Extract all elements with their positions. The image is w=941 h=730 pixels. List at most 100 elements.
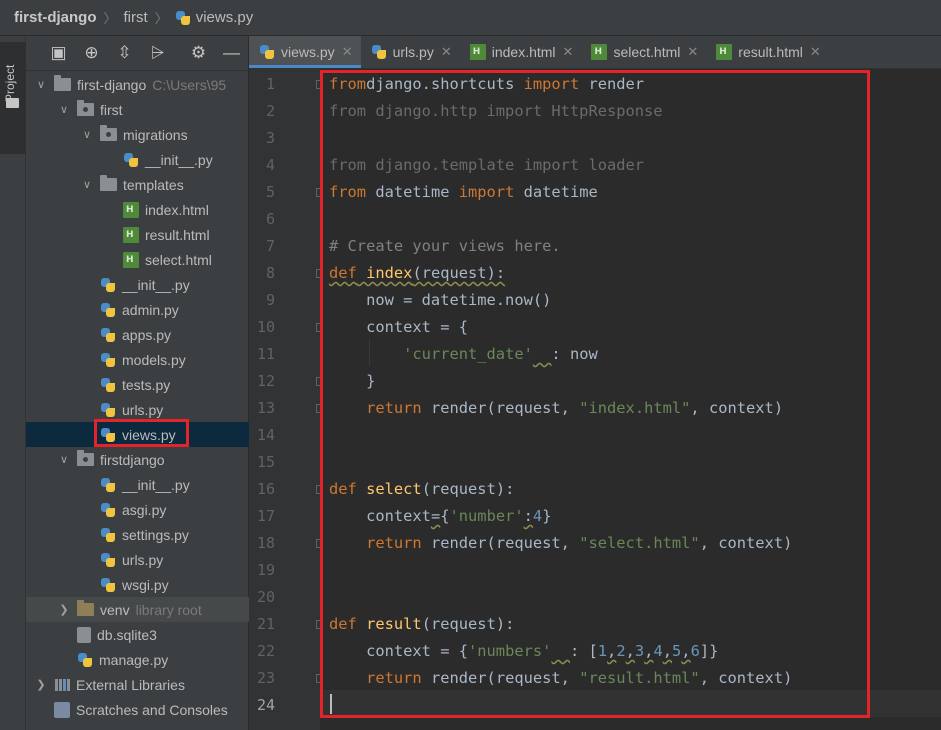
chevron-right-icon[interactable]: ❯ — [34, 678, 48, 691]
chevron-down-icon[interactable]: ∨ — [80, 128, 94, 141]
tree-item-label: first-django — [77, 76, 147, 93]
code-token: (request): — [421, 480, 515, 498]
gear-icon[interactable]: ⚙ — [182, 41, 215, 65]
code-line: def index(request): — [329, 260, 505, 287]
line-number-gutter: 1 2 3 4 5 6 7 8 9 10 11 12 13 14 15 16 17 18 19 20 21 22 23 24 — [249, 69, 325, 730]
chevron-down-icon[interactable]: ∨ — [57, 103, 71, 116]
line-number: 1 — [265, 75, 275, 93]
code-line: now = datetime.now() — [329, 287, 551, 314]
collapse-all-icon[interactable]: ⩥ — [141, 41, 174, 65]
tree-item[interactable]: ❯result.html — [26, 222, 249, 247]
python-file-icon — [100, 552, 116, 568]
chevron-down-icon[interactable]: ∨ — [80, 178, 94, 191]
project-view-icon[interactable]: ▣ — [42, 41, 75, 65]
locate-icon[interactable]: ⊕ — [75, 41, 108, 65]
tab-result-html[interactable]: result.html ✕ — [706, 36, 828, 68]
chevron-right-icon[interactable]: ❯ — [57, 603, 71, 616]
tree-item[interactable]: ❯ External Libraries — [26, 672, 249, 697]
code-token: , — [625, 642, 635, 660]
code-token: context — [329, 507, 431, 525]
code-token: select — [366, 480, 422, 498]
close-icon[interactable]: ✕ — [563, 44, 574, 60]
tree-item[interactable]: ❯tests.py — [26, 372, 249, 397]
close-icon[interactable]: ✕ — [441, 44, 452, 60]
code-token: , — [607, 642, 617, 660]
expand-all-icon[interactable]: ⇳ — [108, 41, 141, 65]
python-file-icon — [100, 527, 116, 543]
tab-label: views.py — [281, 44, 335, 60]
code-line: fromdjango.shortcuts import render — [329, 71, 644, 98]
code-editor[interactable]: fromdjango.shortcuts import render from d… — [320, 69, 941, 730]
tree-item[interactable]: ❯__init__.py — [26, 147, 249, 172]
code-line: context = { — [329, 314, 468, 341]
tree-item[interactable]: ❯__init__.py — [26, 272, 249, 297]
project-panel: ▣ ⊕ ⇳ ⩥ ⚙ — ∨ first-django C:\Users\95 ∨ fir… — [26, 36, 249, 730]
code-token: , context) — [690, 399, 784, 417]
line-number: 10 — [256, 318, 275, 336]
tab-label: urls.py — [392, 44, 434, 60]
tree-item[interactable]: ❯asgi.py — [26, 497, 249, 522]
tree-item[interactable]: ❯models.py — [26, 347, 249, 372]
minimize-icon[interactable]: — — [215, 41, 248, 65]
code-token: , — [681, 642, 691, 660]
python-file-icon — [100, 477, 116, 493]
code-token: from django.template import loader — [329, 156, 645, 174]
tab-label: result.html — [738, 44, 803, 60]
tab-index-html[interactable]: index.html ✕ — [460, 36, 582, 68]
tree-item[interactable]: ∨ migrations — [26, 122, 249, 147]
tree-item[interactable]: ❯urls.py — [26, 547, 249, 572]
tree-item[interactable]: ❯settings.py — [26, 522, 249, 547]
chevron-down-icon[interactable]: ∨ — [57, 453, 71, 466]
tree-item[interactable]: ❯index.html — [26, 197, 249, 222]
code-token: index — [366, 264, 413, 282]
breadcrumb-folder[interactable]: first — [124, 9, 148, 26]
tree-item-label: db.sqlite3 — [97, 626, 157, 643]
tree-item[interactable]: ∨ first-django C:\Users\95 — [26, 72, 249, 97]
tree-item-label: first — [100, 101, 123, 118]
close-icon[interactable]: ✕ — [342, 44, 353, 60]
chevron-down-icon[interactable]: ∨ — [34, 78, 48, 91]
chevron-right-icon: 〉 — [103, 11, 117, 26]
line-number: 13 — [256, 399, 275, 417]
tree-item[interactable]: ❯db.sqlite3 — [26, 622, 249, 647]
tab-views-py[interactable]: views.py ✕ — [249, 36, 361, 68]
python-file-icon — [175, 10, 191, 26]
tree-item-label: manage.py — [99, 651, 169, 668]
tree-item[interactable]: ❯manage.py — [26, 647, 249, 672]
python-file-icon — [259, 44, 275, 60]
tree-item-label: firstdjango — [100, 451, 165, 468]
line-number: 20 — [256, 588, 275, 606]
tree-item[interactable]: ❯select.html — [26, 247, 249, 272]
tree-item[interactable]: ❯Scratches and Consoles — [26, 697, 249, 722]
tree-item[interactable]: ❯apps.py — [26, 322, 249, 347]
python-file-icon — [77, 652, 93, 668]
tree-item[interactable]: ∨ firstdjango — [26, 447, 249, 472]
line-number: 19 — [256, 561, 275, 579]
tree-item[interactable]: ∨ first — [26, 97, 249, 122]
tree-item-label: models.py — [122, 351, 186, 368]
close-icon[interactable]: ✕ — [687, 44, 698, 60]
tab-select-html[interactable]: select.html ✕ — [581, 36, 706, 68]
breadcrumb-project[interactable]: first-django — [14, 9, 97, 26]
tree-item[interactable]: ❯admin.py — [26, 297, 249, 322]
tree-item-label: __init__.py — [122, 476, 190, 493]
close-icon[interactable]: ✕ — [810, 44, 821, 60]
python-file-icon — [371, 44, 387, 60]
line-number: 23 — [256, 669, 275, 687]
code-token: , — [662, 642, 673, 660]
tree-item[interactable]: ❯wsgi.py — [26, 572, 249, 597]
python-file-icon — [100, 352, 116, 368]
python-file-icon — [100, 402, 116, 418]
breadcrumb-file[interactable]: views.py — [175, 9, 253, 26]
line-number: 21 — [256, 615, 275, 633]
tree-item[interactable]: ❯ venv library root — [26, 597, 249, 622]
project-tool-button[interactable]: Project — [0, 42, 26, 154]
tree-item[interactable]: ❯__init__.py — [26, 472, 249, 497]
tree-item[interactable]: ∨ templates — [26, 172, 249, 197]
tree-item-label: select.html — [145, 251, 212, 268]
tab-urls-py[interactable]: urls.py ✕ — [361, 36, 460, 68]
